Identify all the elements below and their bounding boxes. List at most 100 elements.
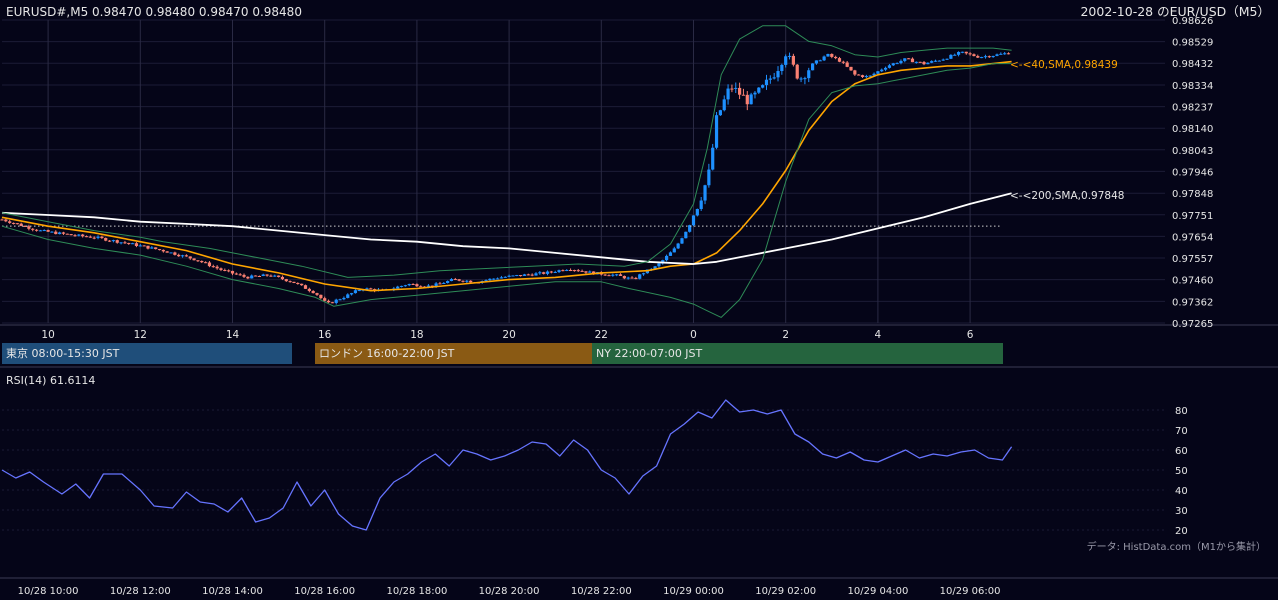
candle-body [980, 57, 984, 59]
candle-body [945, 58, 949, 60]
candle-body [4, 219, 8, 222]
candle-body [315, 293, 319, 295]
candle-body [519, 275, 523, 277]
date-tick-label: 10/29 06:00 [940, 586, 1001, 597]
candle-body [334, 299, 338, 303]
price-tick-label: 0.97362 [1172, 297, 1213, 308]
candle-body [738, 87, 742, 95]
candle-body [50, 231, 54, 233]
price-tick-label: 0.97557 [1172, 254, 1213, 265]
candle-body [342, 297, 346, 300]
hour-tick-label: 22 [595, 329, 608, 341]
candle-body [300, 283, 304, 286]
candle-body [680, 238, 684, 244]
candle-body [73, 235, 77, 237]
candle-body [976, 56, 980, 58]
price-tick-label: 0.97265 [1172, 319, 1213, 330]
candle-body [780, 64, 784, 72]
date-tick-label: 10/29 00:00 [663, 586, 724, 597]
candle-body [257, 275, 261, 277]
candle-body [665, 255, 669, 261]
candle-body [603, 274, 607, 276]
candle-body [1006, 53, 1011, 55]
candle-body [180, 255, 185, 257]
candle-body [269, 275, 273, 277]
date-tick-label: 10/28 16:00 [294, 586, 355, 597]
candle-body [807, 70, 811, 79]
candle-body [672, 248, 676, 253]
data-source-note: データ: HistData.com（M1から集計） [1087, 540, 1266, 553]
candle-body [34, 229, 39, 231]
candle-body [676, 243, 680, 249]
candle-body [860, 75, 865, 77]
candle-body [303, 285, 308, 289]
candle-body [307, 288, 311, 291]
candle-body [253, 275, 258, 277]
candle-body [442, 282, 446, 284]
candle-body [561, 270, 565, 272]
date-tick-label: 10/28 18:00 [386, 586, 447, 597]
date-tick-label: 10/29 04:00 [847, 586, 908, 597]
candle-body [899, 60, 903, 64]
candle-body [346, 294, 350, 298]
rsi-tick-label: 60 [1175, 446, 1188, 457]
candle-body [123, 242, 127, 244]
candle-body [542, 272, 546, 274]
candle-body [349, 293, 354, 295]
price-tick-label: 0.98529 [1172, 38, 1213, 49]
candle-body [154, 247, 158, 250]
candle-body [553, 272, 557, 274]
candle-body [857, 74, 861, 76]
hour-tick-label: 2 [782, 329, 789, 341]
candle-body [453, 279, 457, 281]
candle-body [1003, 53, 1007, 55]
candle-body [799, 78, 803, 80]
candle-body [818, 60, 822, 62]
candle-body [568, 269, 573, 271]
hour-tick-label: 12 [134, 329, 147, 341]
hour-tick-label: 20 [502, 329, 515, 341]
candle-body [438, 283, 442, 285]
candle-body [338, 299, 342, 301]
candle-body [657, 263, 661, 267]
candle-body [545, 271, 550, 274]
hour-tick-label: 4 [875, 329, 882, 341]
candle-body [88, 236, 92, 238]
date-tick-label: 10/28 10:00 [18, 586, 79, 597]
candle-body [726, 88, 730, 100]
candle-body [776, 71, 780, 78]
candle-body [104, 238, 108, 241]
candle-body [722, 99, 726, 111]
candle-body [956, 52, 961, 55]
candle-body [234, 273, 238, 275]
candle-body [230, 270, 235, 274]
candle-body [684, 231, 688, 239]
candle-body [749, 94, 753, 105]
candle-body [177, 254, 181, 257]
candle-body [511, 275, 515, 277]
candle-body [937, 60, 941, 62]
date-tick-label: 10/28 22:00 [571, 586, 632, 597]
rsi-tick-label: 40 [1175, 486, 1188, 497]
candle-body [46, 230, 50, 232]
candle-body [910, 58, 915, 63]
candle-body [757, 87, 761, 93]
candle-body [81, 234, 85, 237]
candle-body [277, 275, 281, 277]
date-tick-label: 10/28 14:00 [202, 586, 263, 597]
symbol-info: EURUSD#,M5 0.98470 0.98480 0.98470 0.984… [6, 5, 302, 19]
candle-body [465, 280, 469, 282]
hour-tick-label: 16 [318, 329, 332, 341]
candle-body [699, 200, 703, 209]
candle-body [11, 222, 16, 224]
candle-body [296, 283, 300, 285]
price-tick-label: 0.97460 [1172, 276, 1213, 287]
candle-body [830, 53, 834, 57]
candle-body [54, 231, 58, 235]
candle-body [691, 215, 696, 226]
candle-body [695, 208, 699, 216]
candle-body [880, 69, 884, 72]
candle-body [611, 274, 615, 276]
candle-body [787, 55, 792, 57]
hour-tick-label: 10 [41, 329, 54, 341]
